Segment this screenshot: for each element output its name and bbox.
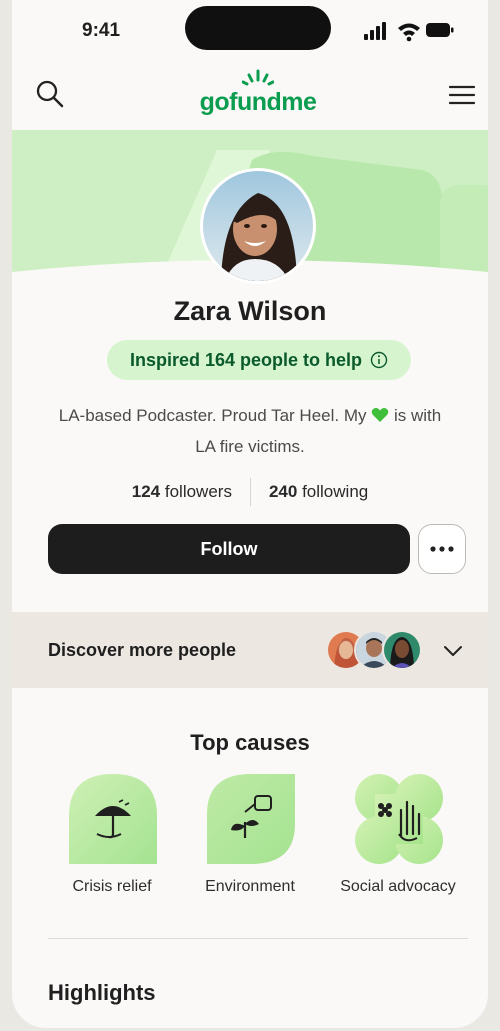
- inspired-text: Inspired 164 people to help: [129, 349, 363, 370]
- stats-divider: [249, 478, 251, 506]
- profile-name: Zara Wilson: [173, 296, 327, 326]
- wifi-icon: [398, 23, 420, 42]
- gofundme-logo[interactable]: gofundme: [192, 69, 324, 124]
- discover-label: Discover more people: [48, 640, 237, 660]
- cause-environment[interactable]: Environment: [180, 774, 320, 904]
- followers-count: 124: [131, 482, 161, 501]
- status-time: 9:41: [82, 20, 121, 41]
- logo-wordmark: gofundme: [199, 88, 317, 116]
- profile-avatar[interactable]: [200, 168, 316, 284]
- status-icons: [364, 22, 454, 42]
- top-causes-title: Top causes: [190, 730, 310, 755]
- followers-stat[interactable]: 124 followers: [132, 482, 232, 502]
- cause-label: Social advocacy: [340, 878, 456, 895]
- cause-crisis-relief[interactable]: Crisis relief: [42, 774, 182, 904]
- dynamic-island: [185, 6, 331, 50]
- follow-button[interactable]: Follow: [48, 524, 410, 574]
- info-icon[interactable]: [370, 351, 388, 369]
- status-bar: 9:41: [12, 0, 488, 62]
- cause-social-advocacy[interactable]: Social advocacy: [328, 774, 468, 904]
- following-stat[interactable]: 240 following: [269, 482, 368, 502]
- following-label: following: [302, 482, 369, 501]
- bio-text-start: LA-based Podcaster. Proud Tar Heel. My: [58, 406, 367, 425]
- green-heart-icon: [371, 408, 389, 422]
- top-causes-list: Crisis relief Environment Social advocac…: [12, 774, 488, 904]
- profile-bio: LA-based Podcaster. Proud Tar Heel. My i…: [48, 400, 452, 462]
- cellular-signal-icon: [364, 22, 386, 40]
- search-icon[interactable]: [34, 78, 68, 112]
- section-divider: [48, 938, 468, 939]
- discover-more-people-row[interactable]: Discover more people: [12, 612, 488, 688]
- watering-can-icon: [207, 774, 295, 864]
- suggested-avatar: [382, 630, 422, 670]
- inspired-badge[interactable]: Inspired 164 people to help: [107, 340, 411, 380]
- hand-flower-icon: [355, 774, 443, 864]
- cause-label: Environment: [205, 878, 295, 895]
- cause-label: Crisis relief: [72, 878, 152, 895]
- more-options-button[interactable]: [418, 524, 466, 574]
- phone-screen: 9:41 gofundme Zara Wilson Inspired 164 p…: [12, 0, 488, 1028]
- umbrella-hand-icon: [69, 774, 157, 864]
- hamburger-menu-icon[interactable]: [448, 84, 476, 106]
- followers-label: followers: [164, 482, 232, 501]
- suggested-people-avatars: [326, 630, 426, 670]
- more-dots-icon: [430, 546, 454, 552]
- highlights-title: Highlights: [48, 980, 156, 1005]
- sprout-icon: [242, 69, 274, 86]
- top-navbar: gofundme: [12, 62, 488, 130]
- follow-stats: 124 followers 240 following: [12, 478, 488, 506]
- avatar-photo: [203, 171, 313, 281]
- chevron-down-icon[interactable]: [440, 638, 466, 664]
- battery-icon: [426, 23, 454, 37]
- following-count: 240: [268, 482, 298, 501]
